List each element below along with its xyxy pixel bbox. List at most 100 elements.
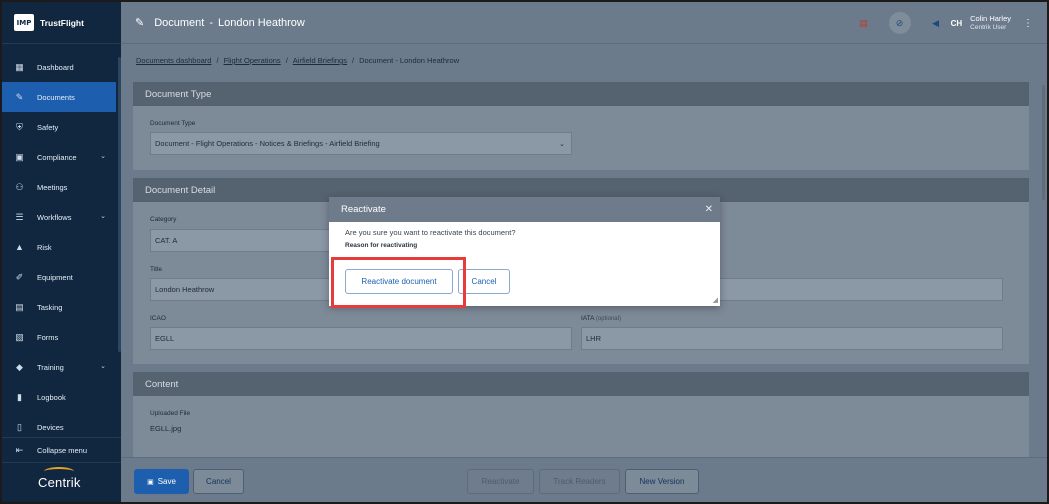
action-footer: ▣ Save Cancel Reactivate Track Readers N… <box>121 457 1047 502</box>
breadcrumb-separator: / <box>285 56 288 65</box>
iata-input[interactable]: LHR <box>581 327 1003 350</box>
sidebar-item-dashboard[interactable]: ▦ Dashboard <box>2 52 116 82</box>
link-icon[interactable]: ⊘ <box>888 12 911 34</box>
icao-input[interactable]: EGLL <box>150 327 572 350</box>
sidebar-item-label: Equipment <box>37 272 73 282</box>
breadcrumb-current: Document - London Heathrow <box>359 56 460 65</box>
breadcrumb: Documents dashboard / Flight Operations … <box>136 56 459 65</box>
sidebar-item-label: Devices <box>37 422 64 432</box>
breadcrumb-link-flight-operations[interactable]: Flight Operations <box>224 56 281 65</box>
top-header: ✎ Document - London Heathrow ▤ ⊘ ◀ CH Co… <box>121 2 1047 44</box>
highlight-box <box>331 257 466 308</box>
user-role: Centrik User <box>970 24 1007 31</box>
breadcrumb-separator: / <box>216 56 219 65</box>
devices-icon: ▯ <box>17 421 22 432</box>
title-label: Title <box>150 266 163 273</box>
header-actions: ▤ ⊘ ◀ CH Colin Harley Centrik User ⋮ <box>839 12 1033 34</box>
brand-name: TrustFlight <box>40 17 84 28</box>
sidebar-item-label: Meetings <box>37 182 68 192</box>
compliance-icon: ▣ <box>15 151 24 162</box>
section-document-type-header: Document Type <box>133 82 1029 106</box>
sidebar-item-label: Workflows <box>37 212 72 222</box>
dialog-question: Are you sure you want to reactivate this… <box>345 228 516 237</box>
icao-value: EGLL <box>155 334 175 343</box>
sidebar-item-label: Safety <box>37 122 59 132</box>
workflows-icon: ☰ <box>15 211 24 222</box>
chevron-down-icon[interactable]: ⌄ <box>100 212 106 220</box>
save-button-label: Save <box>157 477 176 486</box>
sidebar-item-tasking[interactable]: ▤ Tasking <box>2 292 116 322</box>
iata-value: LHR <box>586 334 602 343</box>
sidebar-item-documents[interactable]: ✎ Documents <box>2 82 116 112</box>
breadcrumb-link-airfield-briefings[interactable]: Airfield Briefings <box>293 56 347 65</box>
user-info: Colin Harley Centrik User <box>970 14 1011 32</box>
chevron-down-icon[interactable]: ⌄ <box>100 152 106 160</box>
save-icon: ▣ <box>147 478 154 486</box>
paperclip-icon: ✎ <box>135 17 145 29</box>
sidebar-item-safety[interactable]: ⛨ Safety <box>2 112 116 142</box>
tasking-icon: ▤ <box>15 301 24 312</box>
centrik-logo: Centrik <box>38 475 81 490</box>
sidebar-item-meetings[interactable]: ⚇ Meetings <box>2 172 116 202</box>
page-title-separator: - <box>209 16 214 29</box>
new-version-button[interactable]: New Version <box>625 469 699 494</box>
dialog-title: Reactivate <box>341 204 386 215</box>
page-title-main: Document <box>154 16 205 29</box>
iata-label-text: IATA <box>581 315 595 322</box>
breadcrumb-link-documents-dashboard[interactable]: Documents dashboard <box>136 56 211 65</box>
shield-icon: ⛨ <box>16 121 23 132</box>
sidebar-item-workflows[interactable]: ☰ Workflows ⌄ <box>2 202 116 232</box>
pdf-icon[interactable]: ▤ <box>853 12 875 34</box>
collapse-icon: ⇤ <box>15 444 24 455</box>
user-menu[interactable]: CH Colin Harley Centrik User ⋮ <box>951 14 1033 32</box>
sidebar-nav: ▦ Dashboard ✎ Documents ⛨ Safety ▣ Compliance ⌄ ⚇… <box>2 52 116 442</box>
sidebar-item-label: Tasking <box>37 302 63 312</box>
document-type-label: Document Type <box>150 120 196 127</box>
megaphone-icon[interactable]: ◀ <box>925 12 947 34</box>
page-title: ✎ Document - London Heathrow <box>135 16 305 30</box>
sidebar-item-label: Risk <box>37 242 52 252</box>
icao-label: ICAO <box>150 315 166 322</box>
sidebar-item-compliance[interactable]: ▣ Compliance ⌄ <box>2 142 116 172</box>
iata-optional-hint: (optional) <box>595 316 621 322</box>
sidebar-item-label: Training <box>37 362 64 372</box>
sidebar-item-training[interactable]: ◆ Training ⌄ <box>2 352 116 382</box>
section-content-header: Content <box>133 372 1029 396</box>
sidebar-item-logbook[interactable]: ▮ Logbook <box>2 382 116 412</box>
title-value: London Heathrow <box>155 285 215 294</box>
uploaded-file-link[interactable]: EGLL.jpg <box>150 424 181 433</box>
user-name: Colin Harley <box>970 14 1011 23</box>
reactivate-button[interactable]: Reactivate <box>467 469 534 494</box>
document-type-select[interactable]: Document - Flight Operations - Notices &… <box>150 132 572 155</box>
dashboard-icon: ▦ <box>15 61 24 72</box>
page-title-sub: London Heathrow <box>218 16 305 29</box>
chevron-down-icon: ⌄ <box>559 141 565 148</box>
brand[interactable]: IMP TrustFlight <box>2 2 121 44</box>
risk-icon: ▲ <box>15 242 24 252</box>
reason-label: Reason for reactivating <box>345 242 418 249</box>
save-button[interactable]: ▣ Save <box>134 469 189 494</box>
collapse-menu-label: Collapse menu <box>37 445 88 455</box>
sidebar-item-equipment[interactable]: ✐ Equipment <box>2 262 116 292</box>
cancel-button[interactable]: Cancel <box>193 469 244 494</box>
document-type-value: Document - Flight Operations - Notices &… <box>155 139 380 148</box>
close-icon[interactable]: ✕ <box>705 204 713 215</box>
resize-handle-icon[interactable]: ◢ <box>713 296 718 304</box>
more-vertical-icon[interactable]: ⋮ <box>1023 18 1033 29</box>
logbook-icon: ▮ <box>17 391 22 402</box>
iata-label: IATA (optional) <box>581 315 621 322</box>
sidebar-item-label: Documents <box>37 92 75 102</box>
sidebar-item-label: Dashboard <box>37 62 74 72</box>
sidebar-item-forms[interactable]: ▧ Forms <box>2 322 116 352</box>
sidebar: IMP TrustFlight ▦ Dashboard ✎ Documents ⛨ Saf… <box>2 2 121 502</box>
main-scrollbar[interactable] <box>1042 85 1045 200</box>
category-label: Category <box>150 216 177 223</box>
breadcrumb-separator: / <box>351 56 355 65</box>
collapse-menu-button[interactable]: ⇤ Collapse menu <box>2 437 121 463</box>
track-readers-button[interactable]: Track Readers <box>539 469 620 494</box>
brand-logo: IMP <box>14 14 34 31</box>
section-document-type: Document Type Document - Flight Operatio… <box>133 106 1029 170</box>
meetings-icon: ⚇ <box>15 181 24 192</box>
sidebar-item-risk[interactable]: ▲ Risk <box>2 232 116 262</box>
chevron-down-icon[interactable]: ⌄ <box>100 362 106 370</box>
